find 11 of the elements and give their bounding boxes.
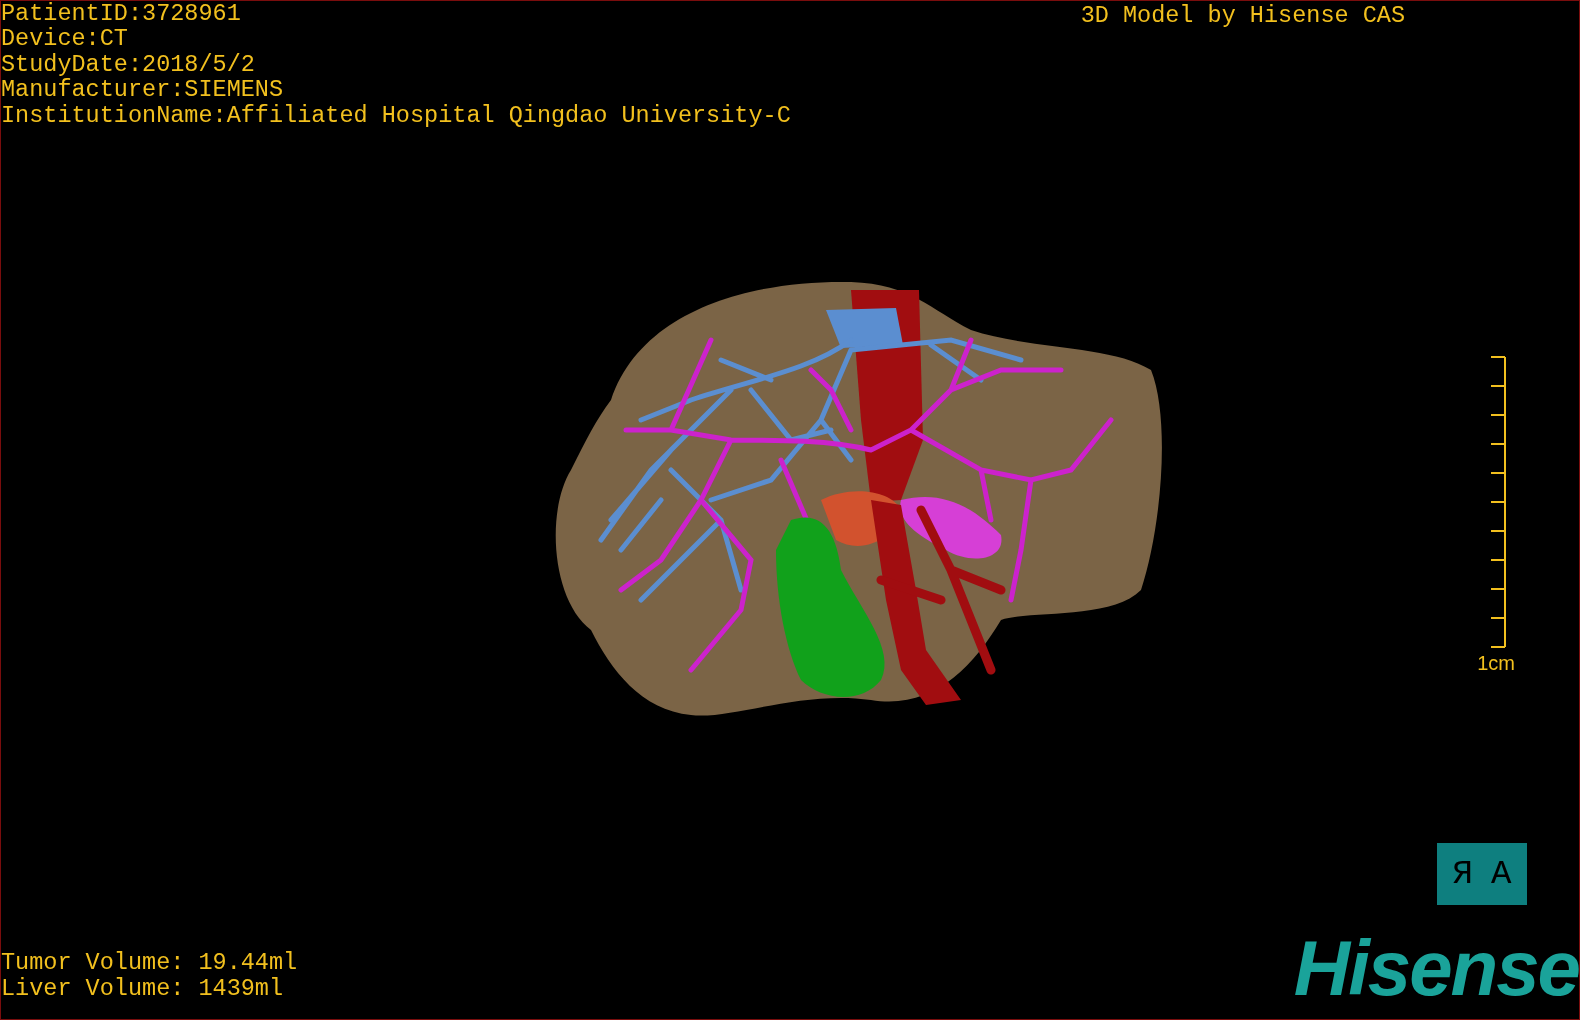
patient-info-line: PatientID:3728961 — [1, 1, 241, 27]
patient-info-line: Device:CT — [1, 26, 128, 52]
scale-label: 1cm — [1477, 651, 1515, 677]
patient-info-line: InstitutionName:Affiliated Hospital Qingdao University-C — [1, 102, 791, 129]
patient-info-line: StudyDate:2018/5/2 — [1, 51, 255, 78]
volume-reading: Liver Volume: 1439ml — [1, 975, 284, 1001]
volume-reading: Tumor Volume: 19.44ml — [1, 950, 298, 976]
orientation-cube[interactable]: Я A — [1437, 843, 1527, 905]
viewer-title: 3D Model by Hisense CAS — [1080, 3, 1405, 31]
patient-info-line: Manufacturer:SIEMENS — [1, 77, 284, 103]
logo: Hisense — [1293, 935, 1579, 1001]
